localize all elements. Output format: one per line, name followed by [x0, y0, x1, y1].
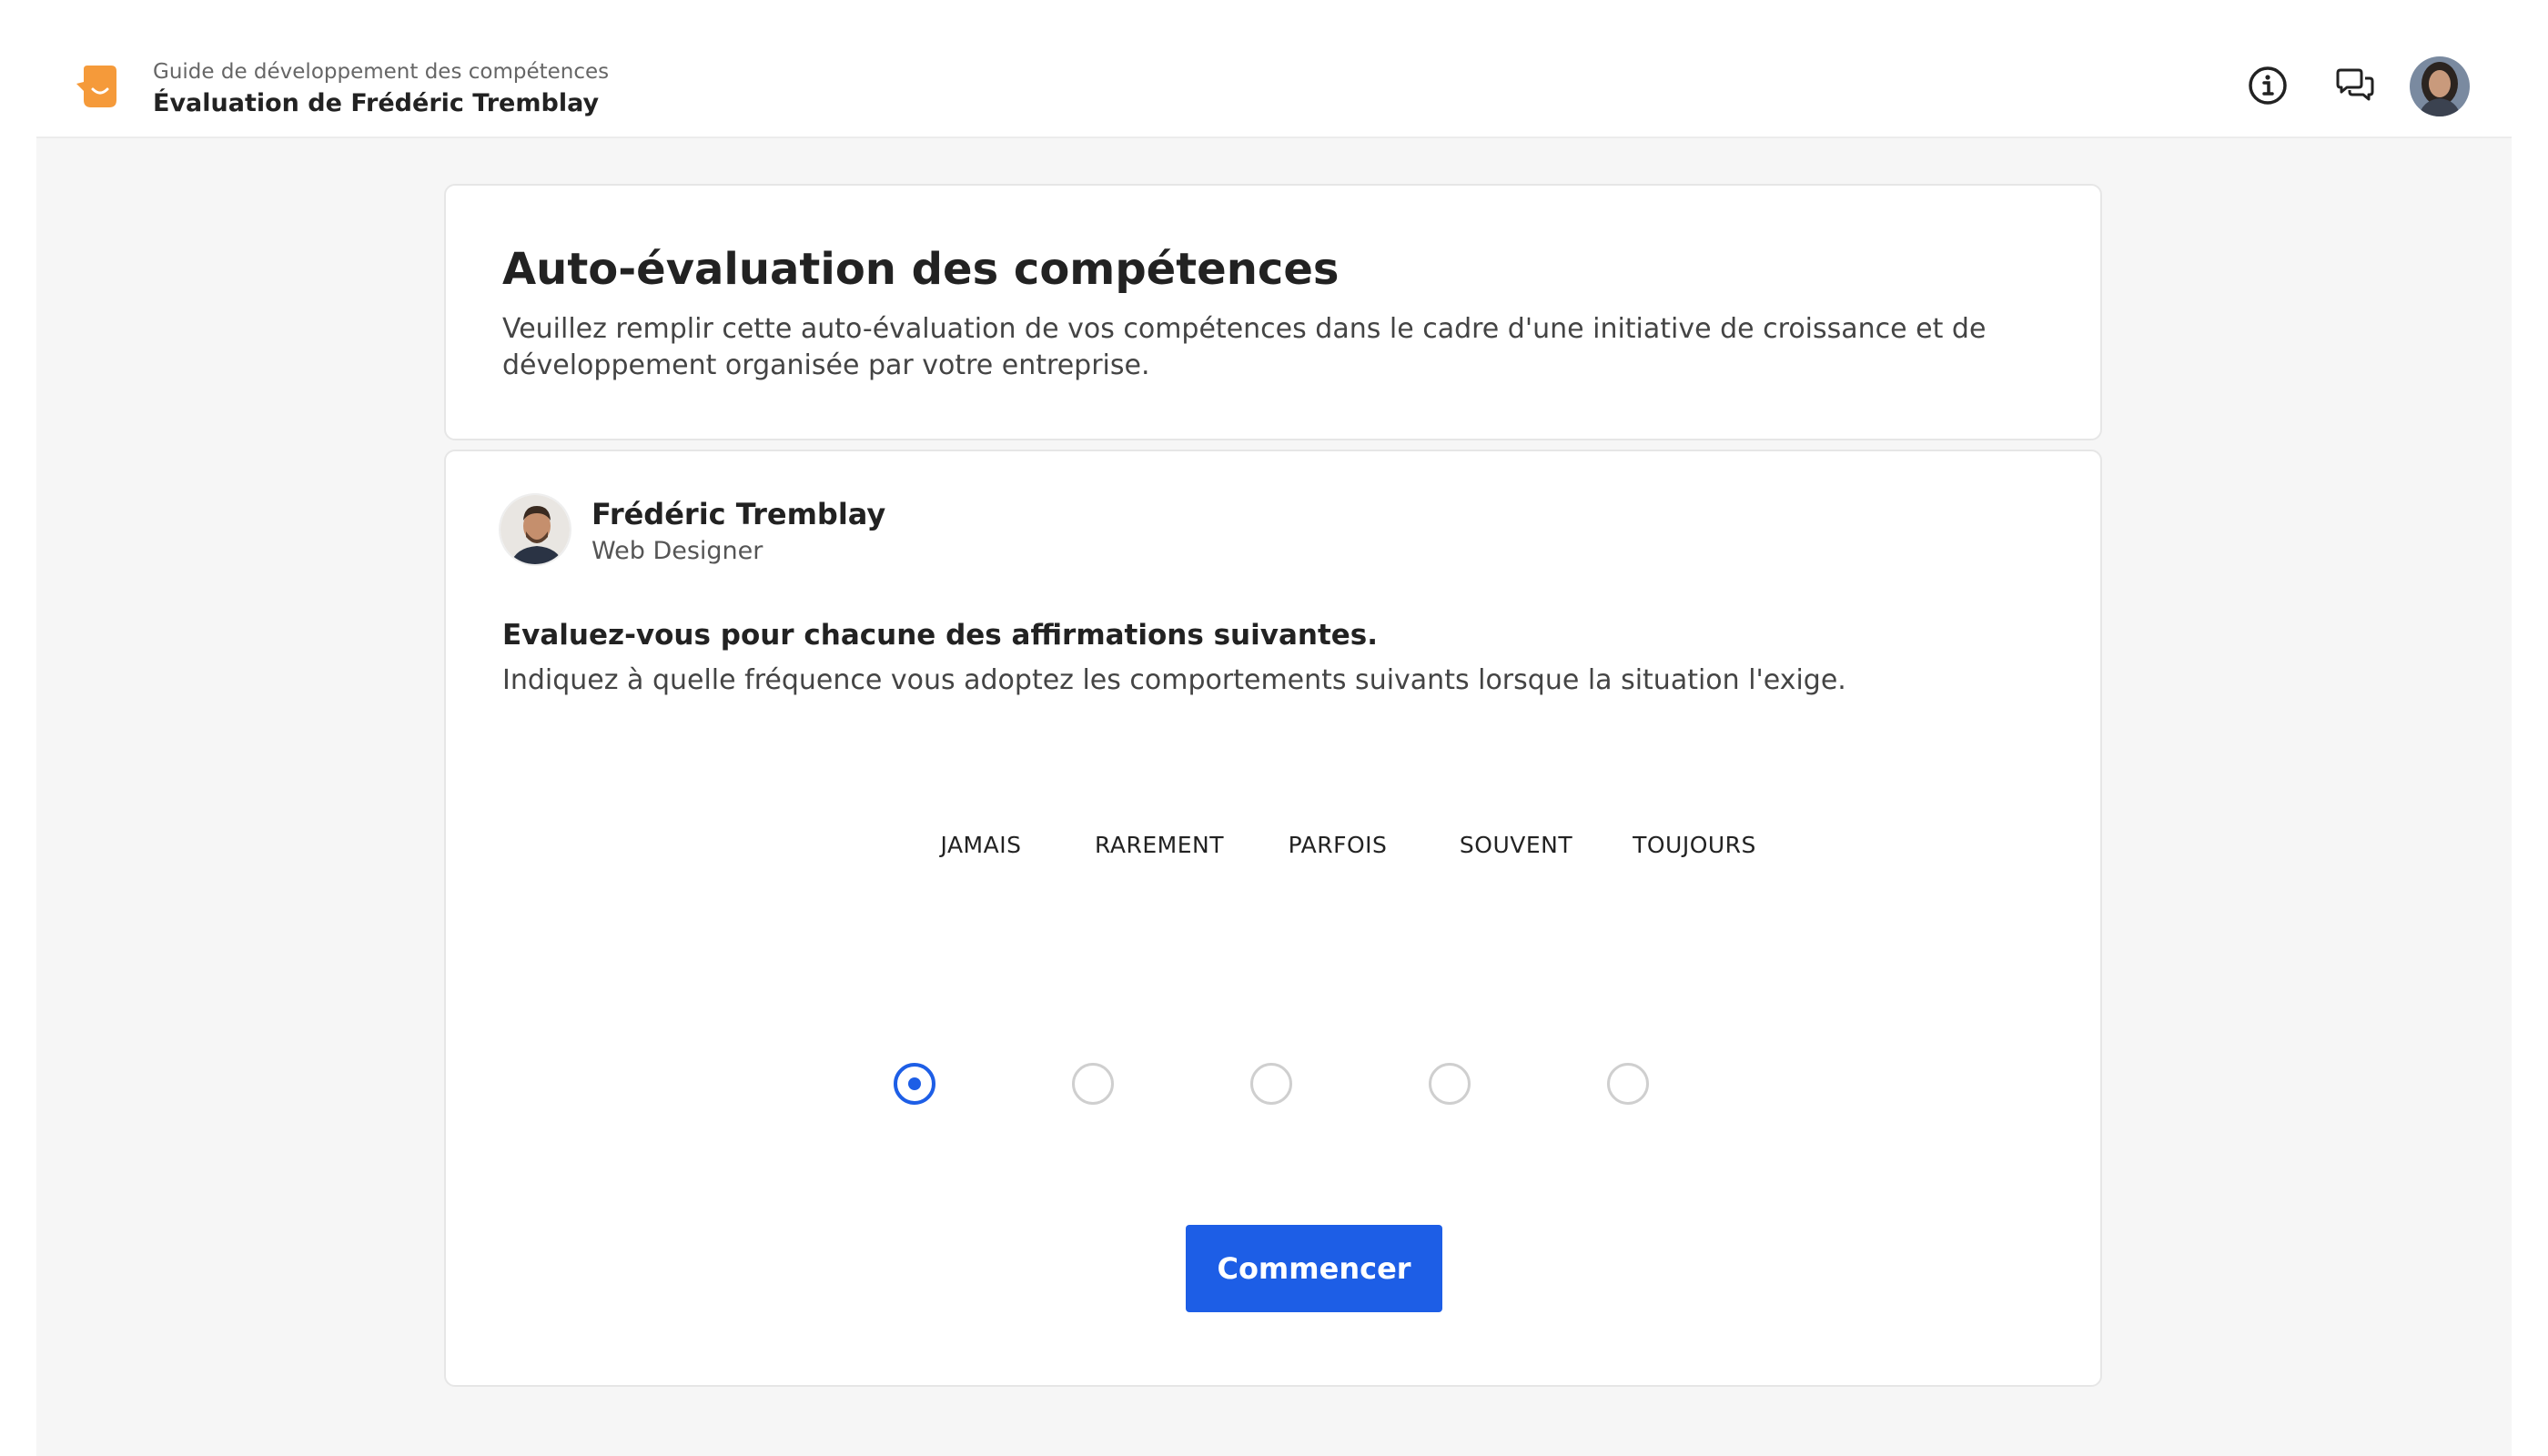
page-title: Évaluation de Frédéric Tremblay: [153, 89, 600, 117]
question-subtitle: Indiquez à quelle fréquence vous adoptez…: [502, 664, 1846, 696]
start-button[interactable]: Commencer: [1186, 1225, 1442, 1312]
person-role: Web Designer: [592, 537, 763, 565]
app-logo-icon: [75, 64, 118, 113]
scale-label-parfois: PARFOIS: [1288, 832, 1388, 858]
radio-parfois[interactable]: [1250, 1063, 1292, 1105]
chat-button[interactable]: [2328, 60, 2382, 115]
intro-description: Veuillez remplir cette auto-évaluation d…: [502, 313, 1987, 381]
radio-rarement[interactable]: [1072, 1063, 1114, 1105]
radio-souvent[interactable]: [1429, 1063, 1471, 1105]
user-avatar[interactable]: [2410, 56, 2470, 116]
main-content: Auto-évaluation des compétences Veuillez…: [36, 138, 2512, 1456]
radio-jamais[interactable]: [894, 1063, 935, 1105]
scale-label-toujours: TOUJOURS: [1633, 832, 1756, 858]
intro-card: Auto-évaluation des compétences Veuillez…: [444, 184, 2102, 440]
breadcrumb[interactable]: Guide de développement des compétences: [153, 60, 609, 84]
app-header: Guide de développement des compétences É…: [36, 0, 2512, 138]
chat-icon: [2334, 67, 2376, 107]
scale-label-souvent: SOUVENT: [1459, 832, 1573, 858]
assessment-card: Frédéric Tremblay Web Designer Evaluez-v…: [444, 450, 2102, 1387]
question-title: Evaluez-vous pour chacune des affirmatio…: [502, 619, 1379, 652]
info-icon: [2248, 66, 2288, 109]
person-name: Frédéric Tremblay: [592, 497, 886, 531]
intro-title: Auto-évaluation des compétences: [502, 244, 1340, 295]
scale-label-rarement: RAREMENT: [1095, 832, 1224, 858]
radio-toujours[interactable]: [1607, 1063, 1649, 1105]
person-avatar: [499, 493, 571, 566]
scale-label-jamais: JAMAIS: [940, 832, 1022, 858]
info-button[interactable]: [2240, 60, 2295, 115]
